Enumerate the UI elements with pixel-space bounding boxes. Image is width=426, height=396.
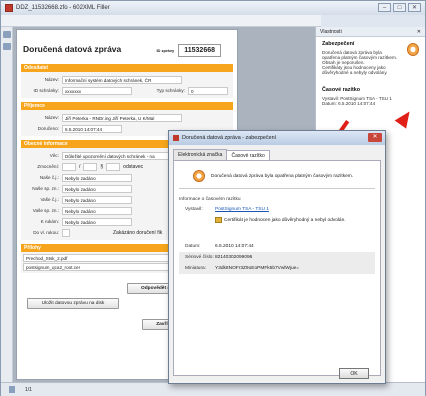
our-file-label: Naše sp. zn.: bbox=[32, 186, 59, 191]
toolbar bbox=[1, 15, 321, 27]
timestamp-info-group: Informace o časovém razítku Vystavil: Po… bbox=[179, 188, 375, 274]
window-controls: – □ ✕ bbox=[378, 3, 421, 12]
security-line: důvěryhodné a nebyly odvolány. bbox=[322, 70, 388, 75]
authorization-field-1 bbox=[62, 162, 76, 171]
issuer-row: Vystavil: PostSignum TSA - TSU 1 bbox=[179, 204, 375, 215]
certificate-note-text: Certifikát je hodnocen jako důvěryhodný … bbox=[224, 217, 346, 223]
serial-row: Sériové číslo: 82140302099096 bbox=[179, 252, 375, 263]
dialog-message-text: Doručená datová zpráva byla opatřena pla… bbox=[211, 173, 354, 179]
issuer-label: Vystavil: bbox=[185, 207, 203, 212]
authorization-sep-2: § bbox=[100, 163, 104, 170]
dialog-message: Doručená datová zpráva byla opatřena pla… bbox=[193, 170, 375, 182]
authorization-label: Zmocnění: bbox=[37, 164, 59, 169]
dialog-title-bar: Doručená datová zpráva - zabezpečení bbox=[169, 131, 385, 145]
title-bar: DDZ_11532668.zfo - 602XML Filler – □ ✕ bbox=[1, 1, 425, 15]
app-icon bbox=[5, 4, 13, 12]
sender-box-field: xxxxxxx bbox=[62, 86, 132, 95]
message-id-value: 11532668 bbox=[178, 44, 221, 57]
subject-field: Důležité upozornění datových schránek - … bbox=[62, 151, 182, 160]
properties-header: Vlastnosti ✕ bbox=[316, 27, 425, 37]
personal-delivery-checkbox[interactable] bbox=[62, 228, 70, 237]
restricted-delivery-label: Zakázáno doručení fik bbox=[113, 229, 163, 236]
authorization-field-2 bbox=[83, 162, 98, 171]
dialog-title: Doručená datová zpráva - zabezpečení bbox=[182, 135, 277, 141]
sender-name-field: Informační systém datových schránek, ČR bbox=[62, 75, 182, 84]
attention-field: Nebylo zadáno bbox=[62, 217, 132, 226]
security-dialog: Doručená datová zpráva - zabezpečení ✕ E… bbox=[168, 130, 386, 384]
sender-box-label: ID schránky: bbox=[33, 88, 59, 93]
sender-type-field: 0 bbox=[188, 86, 228, 95]
hash-label: Miniatura: bbox=[185, 266, 207, 271]
certificate-icon bbox=[215, 217, 222, 223]
dialog-icon bbox=[173, 135, 179, 141]
issuer-link[interactable]: PostSignum TSA - TSU 1 bbox=[215, 207, 375, 212]
certificate-note: Certifikát je hodnocen jako důvěryhodný … bbox=[215, 215, 375, 225]
close-button[interactable]: ✕ bbox=[408, 3, 421, 12]
message-id-label: ID zprávy bbox=[156, 48, 175, 53]
hash-value: Y3dk8NOFr3Z9oEoPMFk5b7VwlWjue= bbox=[215, 266, 300, 271]
timestamp-title: Časové razítko bbox=[322, 87, 361, 93]
timestamp-line: Datum: 6.5.2010 14:07:44 bbox=[322, 101, 376, 106]
maximize-button[interactable]: □ bbox=[393, 3, 406, 12]
subject-label: Věc: bbox=[49, 153, 59, 158]
authorization-sep-1: / bbox=[79, 163, 81, 170]
your-ref-label: Vaše č.j.: bbox=[40, 197, 59, 202]
your-file-field: Nebylo zadáno bbox=[62, 206, 132, 215]
status-bar: 1/1 bbox=[1, 382, 425, 396]
pages-icon[interactable] bbox=[3, 31, 11, 38]
left-gutter bbox=[1, 27, 13, 382]
authorization-field-3 bbox=[106, 162, 121, 171]
security-title: Zabezpečení bbox=[322, 41, 355, 47]
seal-icon bbox=[407, 43, 419, 56]
minimize-button[interactable]: – bbox=[378, 3, 391, 12]
serial-value: 82140302099096 bbox=[215, 255, 253, 260]
authorization-paragraph-label: odstavec bbox=[123, 163, 144, 170]
sender-type-label: Typ schránky: bbox=[156, 88, 185, 93]
properties-close-icon[interactable]: ✕ bbox=[417, 29, 421, 35]
timestamp-info-heading: Informace o časovém razítku bbox=[179, 197, 241, 202]
date-value: 6.5.2010 14:07:44 bbox=[215, 244, 254, 249]
dialog-tabs: Elektronická značka Časové razítko bbox=[173, 149, 385, 161]
ok-button[interactable]: OK bbox=[339, 368, 369, 379]
properties-title: Vlastnosti bbox=[320, 29, 342, 35]
save-to-disk-button[interactable]: Uložit datovou zprávu na disk bbox=[27, 298, 119, 309]
our-ref-field: Nebylo zadáno bbox=[62, 173, 132, 182]
window-title: DDZ_11532668.zfo - 602XML Filler bbox=[16, 5, 110, 11]
serial-label: Sériové číslo: bbox=[185, 255, 214, 260]
timestamp-group: Časové razítko Vystavil: PostSignum TSA … bbox=[316, 83, 425, 110]
delivered-label: Doručeno: bbox=[37, 126, 59, 131]
timestamp-tab-panel: Doručená datová zpráva byla opatřena pla… bbox=[173, 160, 381, 376]
hash-row: Miniatura: Y3dk8NOFr3Z9oEoPMFk5b7VwlWjue… bbox=[179, 263, 375, 274]
dialog-close-button[interactable]: ✕ bbox=[368, 133, 382, 142]
personal-delivery-label: Do vl. rukou: bbox=[33, 230, 59, 235]
sender-section: Název: Informační systém datových schrán… bbox=[21, 72, 233, 98]
page-indicator: 1/1 bbox=[25, 386, 32, 393]
date-row: Datum: 6.5.2010 14:07:44 bbox=[179, 241, 375, 252]
seal-icon bbox=[193, 170, 205, 182]
date-label: Datum: bbox=[185, 244, 201, 249]
attachments-icon[interactable] bbox=[3, 43, 11, 50]
tab-electronic-mark[interactable]: Elektronická značka bbox=[173, 149, 228, 160]
sender-section-header: Odesílatel bbox=[21, 64, 233, 72]
our-ref-label: Naše č.j.: bbox=[39, 175, 59, 180]
recipient-name-label: Název: bbox=[44, 115, 59, 120]
security-group: Zabezpečení Doručená datová zpráva byla … bbox=[316, 37, 425, 79]
your-ref-field: Nebylo zadáno bbox=[62, 195, 132, 204]
recipient-section-header: Příjemce bbox=[21, 102, 233, 110]
page-icon bbox=[9, 386, 15, 393]
sender-name-label: Název: bbox=[44, 77, 59, 82]
delivered-field: 6.5.2010 14:07:44 bbox=[62, 124, 122, 133]
message-id-box: ID zprávy 11532668 bbox=[156, 44, 221, 57]
our-file-field: Nebylo zadáno bbox=[62, 184, 132, 193]
your-file-label: Vaše sp. zn.: bbox=[32, 208, 59, 213]
attention-label: K rukám: bbox=[40, 219, 59, 224]
recipient-name-field: Jiří Peterka - RNDr.ing Jiří Peterka, U … bbox=[62, 113, 182, 122]
